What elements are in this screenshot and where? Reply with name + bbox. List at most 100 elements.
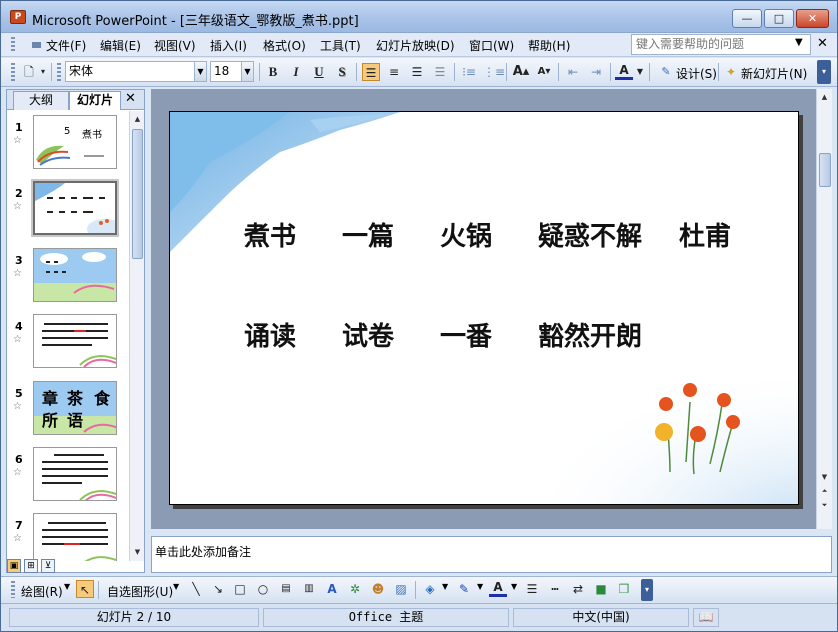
line-color-dropdown-icon[interactable]: ▼ (477, 582, 483, 591)
align-center-icon[interactable]: ≡ (385, 63, 403, 81)
select-pointer-icon[interactable]: ↖ (76, 580, 94, 598)
tab-outline[interactable]: 大纲 (13, 91, 69, 110)
current-slide[interactable]: 煮书 一篇 火锅 疑惑不解 杜甫 诵读 试卷 一番 豁然开朗 (169, 111, 799, 505)
slide-word[interactable]: 一番 (440, 316, 492, 353)
font-size-box[interactable]: 18 (210, 61, 242, 82)
italic-button[interactable]: I (287, 63, 305, 81)
slide-scrollbar[interactable]: ▲ ▼ ⏶ ⏷ (816, 89, 832, 529)
increase-indent-icon[interactable]: ⇥ (587, 63, 605, 81)
line-tool-icon[interactable]: ╲ (187, 580, 205, 598)
slide-word[interactable]: 杜甫 (679, 216, 731, 253)
draw-dropdown-icon[interactable]: ▼ (64, 582, 70, 591)
arrow-style-icon[interactable]: ⇄ (569, 580, 587, 598)
design-button[interactable]: 设计(S) (676, 65, 717, 82)
scrollbar-thumb[interactable] (819, 153, 831, 187)
toolbar-grip[interactable] (11, 63, 15, 81)
slideshow-view-icon[interactable]: ⊻ (41, 559, 55, 573)
minimize-button[interactable]: — (732, 9, 762, 28)
slide-word[interactable]: 一篇 (342, 216, 394, 253)
slide-thumbnail-3[interactable] (33, 248, 117, 302)
picture-icon[interactable]: ▨ (392, 580, 410, 598)
slide-word[interactable]: 试卷 (342, 316, 394, 353)
design-icon[interactable]: ✎ (657, 63, 675, 81)
diagram-icon[interactable]: ✲ (346, 580, 364, 598)
help-search-input[interactable]: 键入需要帮助的问题 (631, 34, 811, 55)
slide-thumbnail-4[interactable] (33, 314, 117, 368)
help-dropdown-arrow-icon[interactable]: ▼ (795, 37, 803, 48)
new-slide-icon[interactable]: ✦ (722, 63, 740, 81)
spellcheck-status-icon[interactable]: 📖 (693, 608, 719, 627)
underline-button[interactable]: U (310, 63, 328, 81)
autoshapes-dropdown-icon[interactable]: ▼ (173, 582, 179, 591)
new-slide-button[interactable]: 新幻灯片(N) (741, 65, 807, 82)
menubar-grip[interactable] (11, 37, 15, 53)
slide-word[interactable]: 豁然开朗 (538, 316, 642, 353)
align-right-icon[interactable]: ☰ (408, 63, 426, 81)
drawbar-grip[interactable] (11, 581, 15, 598)
autoshapes-button[interactable]: 自选图形(U) (107, 583, 173, 600)
scroll-down-icon[interactable]: ▼ (131, 546, 144, 559)
slide-thumbnail-2[interactable] (31, 179, 119, 237)
decrease-font-icon[interactable]: A▾ (535, 63, 553, 81)
normal-view-icon[interactable]: ▣ (7, 559, 21, 573)
draw-menu-button[interactable]: 绘图(R) (21, 583, 63, 600)
wordart-icon[interactable]: A (323, 580, 341, 598)
bold-button[interactable]: B (264, 63, 282, 81)
menu-insert[interactable]: 插入(I) (210, 37, 247, 54)
tab-slides[interactable]: 幻灯片 (69, 91, 121, 110)
increase-font-icon[interactable]: A▴ (512, 63, 530, 81)
maximize-button[interactable]: □ (764, 9, 794, 28)
next-slide-icon[interactable]: ⏷ (818, 499, 831, 512)
draw-font-color-icon[interactable]: A (489, 580, 507, 597)
shadow-style-icon[interactable]: ■ (592, 580, 610, 598)
rectangle-tool-icon[interactable]: □ (231, 580, 249, 598)
notes-pane[interactable]: 单击此处添加备注 (151, 536, 832, 573)
shadow-button[interactable]: S (333, 63, 351, 81)
powerpoint-app-icon[interactable]: P (10, 10, 26, 24)
slide-sorter-icon[interactable]: ⊞ (24, 559, 38, 573)
fill-color-dropdown-icon[interactable]: ▼ (442, 582, 448, 591)
scroll-up-icon[interactable]: ▲ (131, 113, 144, 126)
menu-tools[interactable]: 工具(T) (320, 37, 361, 54)
menu-help[interactable]: 帮助(H) (528, 37, 570, 54)
bullets-icon[interactable]: ⋮≡ (483, 63, 505, 81)
toolbar-grip-2[interactable] (57, 63, 61, 81)
thumbnail-scrollbar[interactable]: ▲ ▼ (129, 111, 144, 561)
slide-thumbnail-5[interactable]: 章 茶 食 所 语 (33, 381, 117, 435)
scroll-down-icon[interactable]: ▼ (818, 471, 831, 484)
menu-format[interactable]: 格式(O) (263, 37, 306, 54)
slide-thumbnail-7[interactable] (33, 513, 117, 561)
font-color-icon[interactable]: A (615, 63, 633, 80)
numbering-icon[interactable]: ⁝≡ (460, 63, 478, 81)
close-window-button[interactable]: ✕ (796, 9, 829, 28)
scroll-up-icon[interactable]: ▲ (818, 91, 831, 104)
slide-word[interactable]: 煮书 (244, 216, 296, 253)
font-size-dropdown-icon[interactable]: ▼ (242, 61, 254, 82)
draw-font-color-dropdown-icon[interactable]: ▼ (511, 582, 517, 591)
oval-tool-icon[interactable]: ○ (254, 580, 272, 598)
font-name-box[interactable]: 宋体 (65, 61, 195, 82)
slide-word[interactable]: 诵读 (244, 316, 296, 353)
menu-view[interactable]: 视图(V) (154, 37, 196, 54)
menu-edit[interactable]: 编辑(E) (100, 37, 141, 54)
menu-file[interactable]: 文件(F) (46, 37, 86, 54)
align-left-icon[interactable]: ☰ (362, 63, 380, 81)
menu-window[interactable]: 窗口(W) (469, 37, 514, 54)
previous-slide-icon[interactable]: ⏶ (818, 485, 831, 498)
toolbar-overflow-icon[interactable]: ▾ (38, 63, 48, 81)
font-name-dropdown-icon[interactable]: ▼ (195, 61, 207, 82)
clipart-icon[interactable]: ☻ (369, 580, 387, 598)
scrollbar-thumb[interactable] (132, 129, 143, 259)
new-document-icon[interactable]: 🗋 (20, 63, 38, 81)
slide-thumbnail-1[interactable]: 5 煮书 (33, 115, 117, 169)
pane-close-icon[interactable]: ✕ (125, 90, 136, 108)
fill-color-icon[interactable]: ◈ (421, 580, 439, 598)
textbox-tool-icon[interactable]: ▤ (277, 580, 295, 598)
dash-style-icon[interactable]: ┅ (546, 580, 564, 598)
slide-word[interactable]: 火锅 (440, 216, 492, 253)
line-color-icon[interactable]: ✎ (455, 580, 473, 598)
arrow-tool-icon[interactable]: ↘ (209, 580, 227, 598)
justify-icon[interactable]: ☰ (431, 63, 449, 81)
decrease-indent-icon[interactable]: ⇤ (564, 63, 582, 81)
vertical-textbox-icon[interactable]: ▥ (300, 580, 318, 598)
